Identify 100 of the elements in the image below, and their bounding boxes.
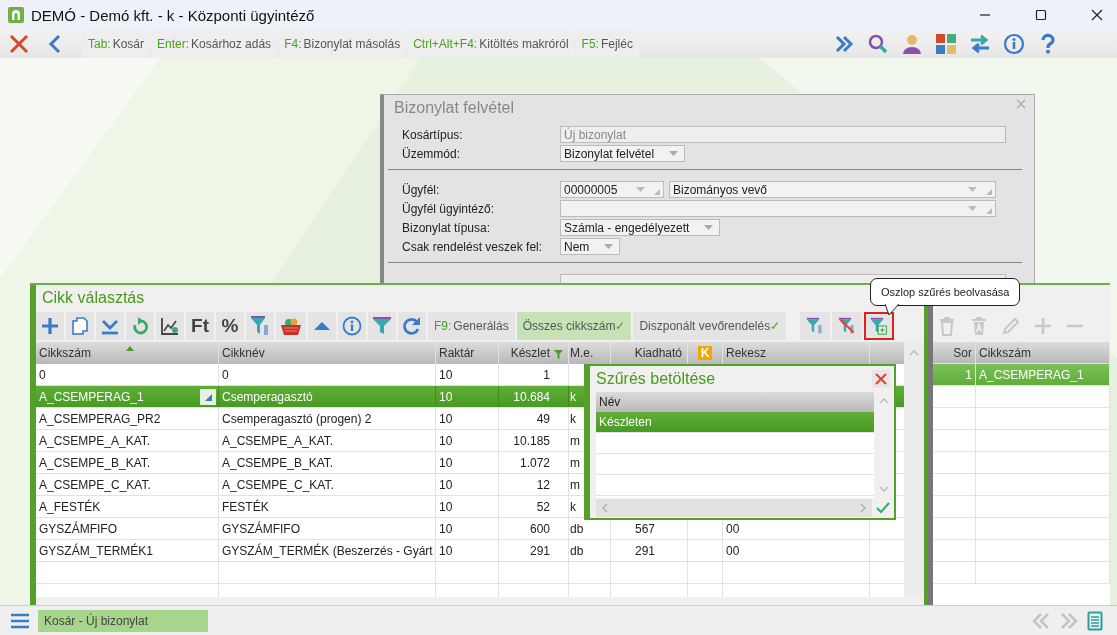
swap-icon[interactable]	[969, 33, 991, 55]
copy-button[interactable]	[66, 312, 94, 340]
add-button[interactable]	[36, 312, 64, 340]
scroll-up-icon[interactable]	[879, 398, 889, 404]
scroll-left-icon[interactable]	[602, 503, 608, 513]
shortcut-button[interactable]: F4: Bizonylat másolás	[278, 30, 407, 58]
generate-button[interactable]: F9: Generálás	[428, 312, 515, 340]
field-label: Bizonylat típusa:	[402, 220, 492, 235]
table-cell: 291	[529, 543, 550, 558]
column-header[interactable]: Készlet	[499, 342, 569, 364]
table-cell: 1	[965, 367, 972, 382]
readonly-field: Új bizonylat	[560, 126, 1006, 143]
table-cell: 10	[439, 477, 453, 492]
currency-button[interactable]: Ft	[186, 312, 214, 340]
plus-icon	[40, 316, 60, 336]
scroll-right-icon[interactable]	[860, 503, 866, 513]
table-cell: 0	[39, 367, 46, 382]
dropdown-arrow-icon[interactable]	[604, 244, 614, 249]
plus-icon[interactable]	[1033, 316, 1053, 336]
dropdown-arrow-icon[interactable]	[669, 151, 679, 156]
table-cell: 10	[439, 499, 453, 514]
table-cell: k	[570, 499, 576, 514]
filter-button[interactable]	[368, 312, 396, 340]
dropdown-field[interactable]: Számla - engedélyezett	[560, 219, 721, 236]
window-title: DEMÓ - Demó kft. - k - Központi ügyintéző	[31, 6, 315, 24]
menu-icon[interactable]	[10, 612, 30, 629]
table-cell: 1.072	[519, 455, 550, 470]
trash-icon[interactable]	[937, 316, 957, 336]
table-cell: 10	[439, 367, 453, 382]
column-header[interactable]: Cikknév	[219, 342, 436, 364]
table-cell: db	[570, 543, 584, 558]
column-header[interactable]: Cikkszám	[36, 342, 219, 364]
shortcut-button[interactable]: Tab: Kosár	[82, 30, 151, 58]
toggle-button[interactable]: Diszponált vevőrendelés✓	[633, 312, 787, 340]
shortcut-button[interactable]: Enter: Kosárhoz adás	[151, 30, 278, 58]
trash-icon[interactable]	[969, 316, 989, 336]
chart-button[interactable]	[156, 312, 184, 340]
scroll-down-icon[interactable]	[879, 486, 889, 492]
move-up-button[interactable]	[308, 312, 336, 340]
table-cell: 00	[726, 521, 740, 536]
dropdown-arrow-icon[interactable]	[704, 225, 714, 230]
maximize-icon[interactable]	[1035, 9, 1047, 21]
close-button[interactable]	[872, 370, 890, 388]
resize-corner-icon[interactable]	[654, 189, 660, 195]
table-cell: Csemperagasztó (progen) 2	[222, 411, 372, 426]
refresh-button[interactable]	[398, 312, 426, 340]
column-header[interactable]: Kiadható	[611, 342, 688, 364]
confirm-icon[interactable]	[876, 502, 890, 514]
column-header[interactable]: Sor	[933, 342, 976, 363]
basket-button[interactable]	[276, 312, 306, 340]
dropdown-field[interactable]: Nem	[560, 238, 621, 255]
table-cell: m	[570, 455, 580, 470]
tiles-icon[interactable]	[935, 33, 957, 55]
double-chevron-right-icon[interactable]	[1059, 611, 1079, 630]
double-chevron-left-icon[interactable]	[1031, 611, 1051, 630]
resize-corner-icon[interactable]	[986, 208, 992, 214]
column-header[interactable]: Cikkszám	[976, 342, 1110, 363]
download-button[interactable]	[96, 312, 124, 340]
filter-button[interactable]	[864, 312, 895, 340]
combo-field[interactable]	[560, 200, 996, 217]
info-button[interactable]	[338, 312, 366, 340]
search-icon[interactable]	[867, 33, 889, 55]
horizontal-scrollbar[interactable]	[596, 499, 872, 517]
dropdown-arrow-icon[interactable]	[636, 187, 645, 192]
combo-field[interactable]: 00000005	[560, 181, 664, 198]
table-cell: 52	[536, 499, 550, 514]
double-chevron-icon[interactable]	[833, 33, 855, 55]
table-cell: 10	[439, 543, 453, 558]
refresh-icon	[402, 316, 422, 336]
scroll-up-icon[interactable]	[909, 350, 919, 356]
close-icon[interactable]	[1091, 9, 1103, 21]
shortcut-button[interactable]: Ctrl+Alt+F4: Kitöltés makróról	[407, 30, 575, 58]
filter-button[interactable]	[246, 312, 274, 340]
dropdown-field[interactable]: Bizonylat felvétel	[560, 145, 686, 162]
vertical-scrollbar[interactable]	[904, 342, 924, 597]
percent-button[interactable]: %	[216, 312, 244, 340]
table-cell: 10	[439, 455, 453, 470]
column-header[interactable]: Raktár	[436, 342, 499, 364]
dropdown-arrow-icon[interactable]	[968, 206, 977, 211]
filter-button[interactable]	[800, 312, 831, 340]
info-icon[interactable]	[1003, 33, 1025, 55]
combo-field[interactable]: Bizományos vevő	[669, 181, 996, 198]
table-row[interactable]: GYSZÁM_TERMÉK1 GYSZÁM_TERMÉK (Beszerzés - Gyárt 10 291 db 291 00	[36, 540, 904, 562]
window-tab[interactable]: Kosár - Új bizonylat	[38, 609, 209, 632]
table-cell: 49	[536, 411, 550, 426]
user-icon[interactable]	[901, 33, 923, 55]
column-header[interactable]: M.e.	[569, 342, 611, 364]
table-cell: GYSZÁM_TERMÉK1	[39, 543, 154, 558]
pencil-icon[interactable]	[1001, 316, 1021, 336]
filter-button[interactable]	[832, 312, 863, 340]
resize-corner-icon[interactable]	[986, 189, 992, 195]
table-cell: 600	[529, 521, 550, 536]
column-header[interactable]: Rekesz	[723, 342, 870, 364]
document-icon[interactable]	[1087, 610, 1103, 631]
dropdown-corner-icon[interactable]	[200, 389, 216, 405]
shortcut-button[interactable]: F5: Fejléc	[575, 30, 639, 58]
dropdown-arrow-icon[interactable]	[968, 187, 977, 192]
column-header[interactable]: Név	[596, 392, 874, 412]
toggle-button[interactable]: Összes cikkszám✓	[516, 312, 632, 340]
table-cell: 00	[726, 543, 740, 558]
